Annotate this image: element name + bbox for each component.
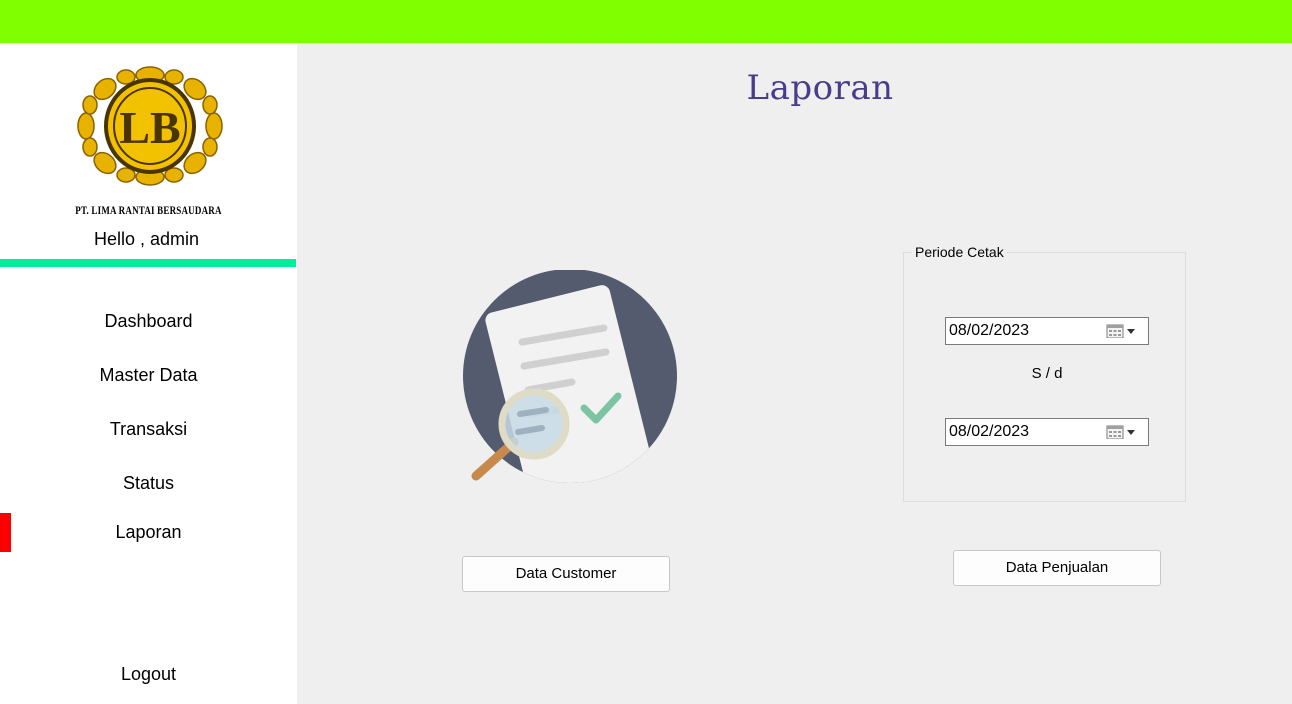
sidebar-divider [0,259,296,267]
sidebar-item-status[interactable]: Status [0,473,297,494]
start-date-value: 08/02/2023 [949,322,1030,339]
logo-text: LB [119,102,180,153]
sidebar-item-master-data[interactable]: Master Data [0,365,297,386]
end-date-picker[interactable]: 08/02/2023 [945,418,1149,446]
company-name: PT. LIMA RANTAI BERSAUDARA [75,203,222,217]
company-logo: LB [77,66,223,186]
data-penjualan-button[interactable]: Data Penjualan [953,550,1161,586]
top-bar [0,0,1292,43]
user-greeting: Hello , admin [94,229,200,249]
sidebar: LB PT. LIMA RANTAI BERSAUDARA Hello , ad… [0,43,297,704]
report-search-icon [463,270,677,483]
sidebar-item-dashboard[interactable]: Dashboard [0,311,297,332]
start-date-picker[interactable]: 08/02/2023 [945,317,1149,345]
periode-cetak-legend: Periode Cetak [912,244,1007,260]
calendar-dropdown-icon[interactable] [1106,425,1144,439]
sidebar-item-transaksi[interactable]: Transaksi [0,419,297,440]
logout-button[interactable]: Logout [0,664,297,685]
end-date-value: 08/02/2023 [949,423,1030,440]
period-separator: S / d [1031,365,1063,382]
page-title: Laporan [746,68,894,108]
data-customer-button[interactable]: Data Customer [462,556,670,592]
sidebar-item-laporan[interactable]: Laporan [0,522,297,543]
calendar-dropdown-icon[interactable] [1106,324,1144,338]
